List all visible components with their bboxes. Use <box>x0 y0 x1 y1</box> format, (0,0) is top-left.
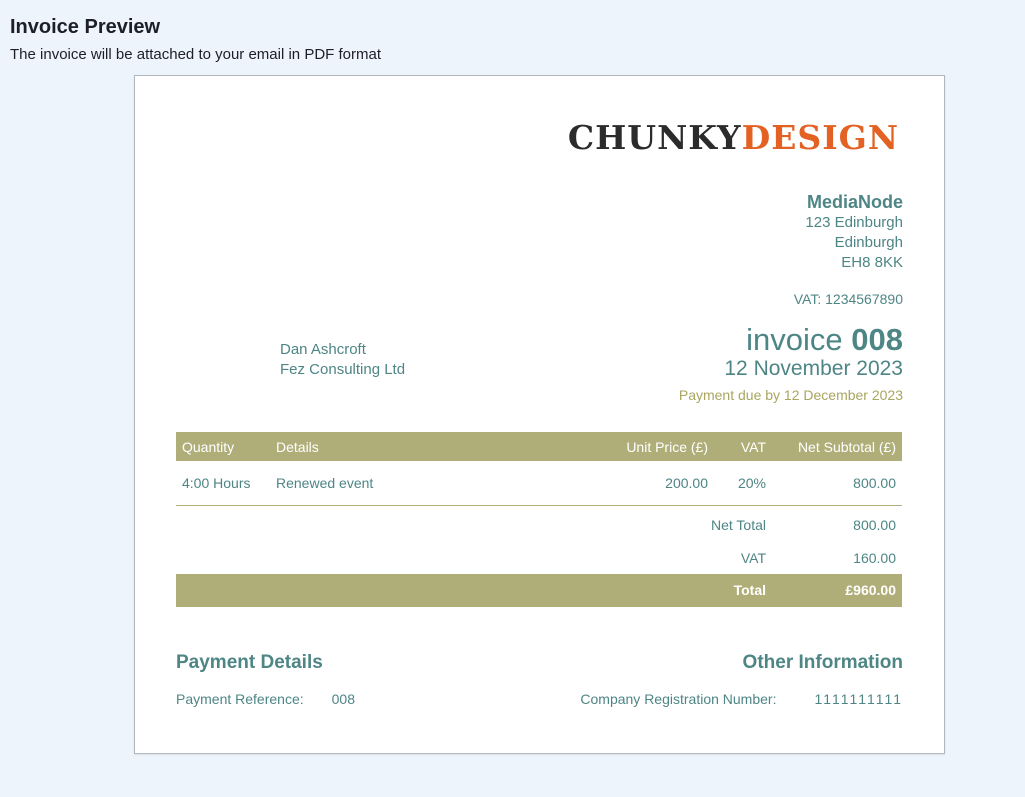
line-items-table: Quantity Details Unit Price (£) VAT Net … <box>176 432 902 506</box>
vat-total-row: VAT 160.00 <box>176 541 902 574</box>
logo-accent-text: DESIGN <box>741 118 899 157</box>
totals-block: Net Total 800.00 VAT 160.00 Total £960.0… <box>176 508 902 607</box>
grand-total-label: Total <box>733 582 766 598</box>
payment-details-title: Payment Details <box>176 652 323 673</box>
company-name: MediaNode <box>806 192 903 212</box>
table-header-row: Quantity Details Unit Price (£) VAT Net … <box>176 432 902 461</box>
col-unit-price: Unit Price (£) <box>509 432 714 461</box>
grand-total-value: £960.00 <box>845 582 896 598</box>
cell-quantity: 4:00 Hours <box>176 461 270 506</box>
client-block: Dan Ashcroft Fez Consulting Ltd <box>280 340 405 380</box>
company-logo: CHUNKYDESIGN <box>568 118 899 157</box>
payment-reference: Payment Reference: 008 <box>176 691 355 707</box>
company-block: MediaNode 123 Edinburgh Edinburgh EH8 8K… <box>794 191 903 309</box>
vat-total-value: 160.00 <box>853 550 896 566</box>
table-row: 4:00 Hours Renewed event 200.00 20% 800.… <box>176 461 902 506</box>
payment-reference-label: Payment Reference: <box>176 691 304 707</box>
invoice-heading: invoice 008 12 November 2023 Payment due… <box>678 323 903 404</box>
page-subtitle: The invoice will be attached to your ema… <box>10 46 381 63</box>
company-address-line: 123 Edinburgh <box>805 214 903 231</box>
company-address-line: EH8 8KK <box>841 254 903 271</box>
logo-dark-text: CHUNKY <box>567 118 742 157</box>
vat-total-label: VAT <box>740 550 766 566</box>
col-details: Details <box>270 432 510 461</box>
net-total-label: Net Total <box>711 517 766 533</box>
invoice-due: Payment due by 12 December 2023 <box>678 387 903 403</box>
grand-total-row: Total £960.00 <box>176 574 902 607</box>
cell-unit-price: 200.00 <box>509 461 714 506</box>
client-company: Fez Consulting Ltd <box>280 361 406 378</box>
company-registration-label: Company Registration Number: <box>580 691 777 707</box>
invoice-preview: CHUNKYDESIGN MediaNode 123 Edinburgh Edi… <box>134 75 945 754</box>
col-vat: VAT <box>714 432 772 461</box>
net-total-value: 800.00 <box>853 517 896 533</box>
col-quantity: Quantity <box>176 432 270 461</box>
invoice-date: 12 November 2023 <box>724 357 903 380</box>
cell-vat: 20% <box>714 461 772 506</box>
invoice-number-value: 008 <box>851 322 903 357</box>
payment-reference-value: 008 <box>331 691 355 707</box>
cell-net-subtotal: 800.00 <box>772 461 902 506</box>
company-vat: VAT: 1234567890 <box>793 291 903 307</box>
page-title: Invoice Preview <box>10 16 161 38</box>
client-name: Dan Ashcroft <box>280 341 366 358</box>
company-registration-value: 1111111111 <box>814 691 903 707</box>
cell-details: Renewed event <box>270 461 510 506</box>
other-information-title: Other Information <box>742 652 903 673</box>
net-total-row: Net Total 800.00 <box>176 508 902 541</box>
invoice-number: invoice 008 <box>679 323 903 357</box>
invoice-label: invoice <box>746 322 843 357</box>
company-address-line: Edinburgh <box>834 234 903 251</box>
company-registration: Company Registration Number: 1111111111 <box>580 691 903 707</box>
col-net-subtotal: Net Subtotal (£) <box>772 432 902 461</box>
